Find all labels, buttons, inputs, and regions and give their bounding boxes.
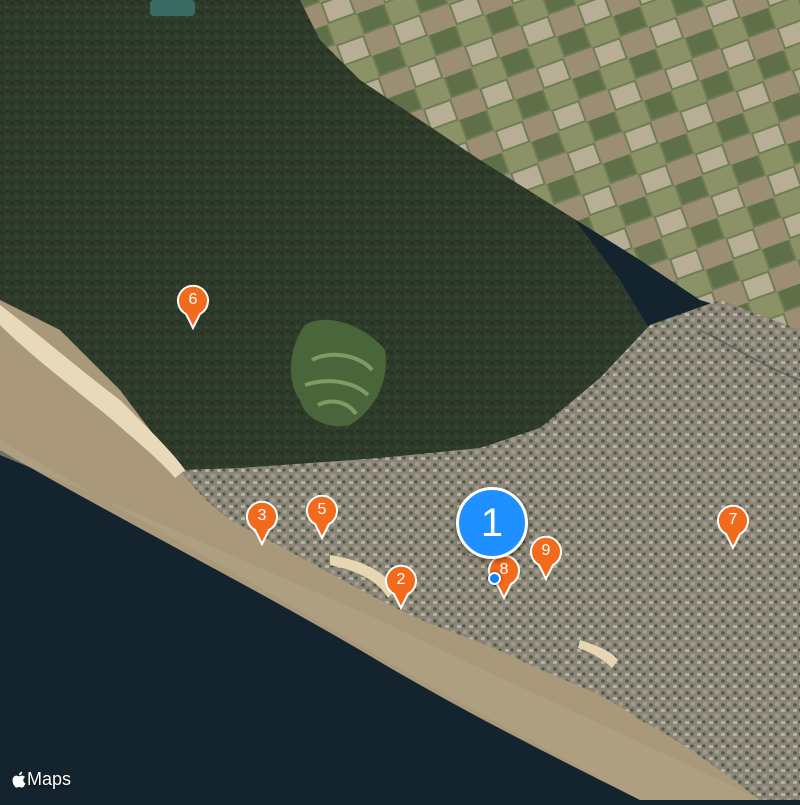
- map-marker-5[interactable]: 5: [305, 494, 339, 541]
- marker-label: 9: [541, 542, 551, 559]
- map-marker-2[interactable]: 2: [384, 564, 418, 611]
- current-location-dot: [488, 572, 501, 585]
- marker-label: 3: [257, 507, 267, 524]
- map-marker-7[interactable]: 7: [716, 504, 750, 551]
- map-marker-9[interactable]: 9: [529, 535, 563, 582]
- marker-label: 6: [188, 291, 198, 308]
- satellite-imagery: [0, 0, 800, 800]
- selected-marker-1[interactable]: 1: [456, 487, 528, 559]
- map-marker-3[interactable]: 3: [245, 500, 279, 547]
- apple-maps-logo[interactable]: Maps: [12, 766, 71, 792]
- marker-label: 2: [396, 571, 406, 588]
- apple-logo-icon: [12, 771, 26, 788]
- marker-label: 5: [317, 501, 327, 518]
- maps-label: Maps: [27, 768, 72, 789]
- map-canvas[interactable]: 6 3 5 2 9 8 7 1 Maps: [0, 0, 800, 800]
- map-marker-6[interactable]: 6: [176, 284, 210, 331]
- selected-marker-label: 1: [480, 501, 504, 545]
- marker-label: 7: [728, 511, 738, 528]
